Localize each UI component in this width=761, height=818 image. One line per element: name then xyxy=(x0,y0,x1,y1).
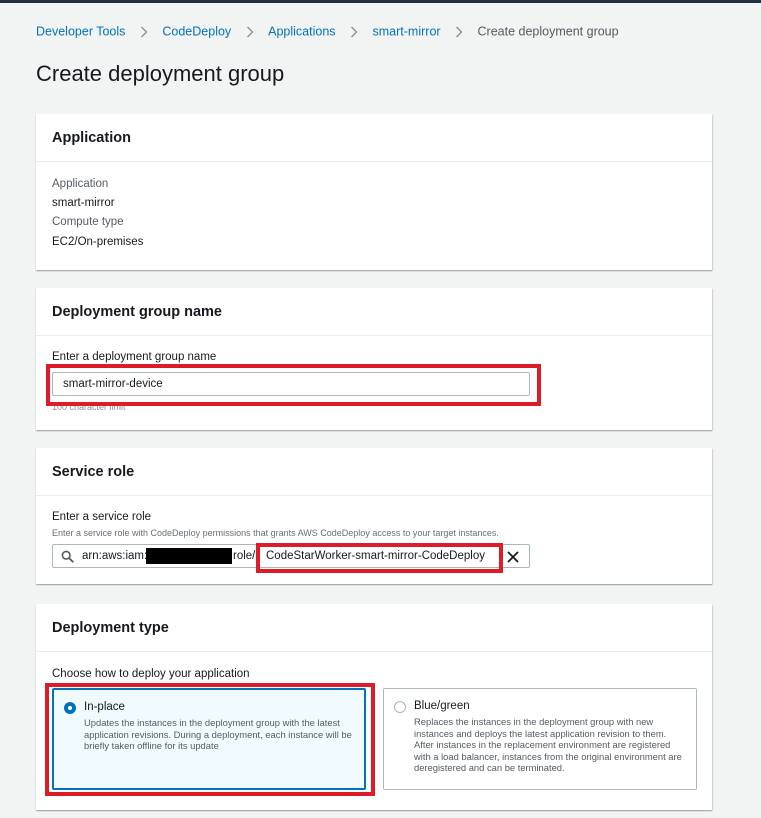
application-value: smart-mirror xyxy=(52,197,115,209)
deployment-group-name-input[interactable] xyxy=(52,372,530,396)
in-place-radio[interactable] xyxy=(64,702,76,714)
blue-green-radio[interactable] xyxy=(394,701,406,713)
deployment-type-option-blue-green[interactable]: Blue/green Replaces the instances in the… xyxy=(383,688,697,790)
service-role-card-title: Service role xyxy=(52,464,135,480)
service-role-search-input[interactable]: arn:aws:iam: role/ CodeStarWorker-smart-… xyxy=(52,544,530,568)
breadcrumb: Developer Tools CodeDeploy Applications … xyxy=(36,24,619,40)
deployment-type-prompt: Choose how to deploy your application xyxy=(52,668,250,680)
service-role-card-header: Service role xyxy=(36,448,712,496)
deployment-group-name-card: Deployment group name Enter a deployment… xyxy=(36,288,712,430)
application-label: Application xyxy=(52,178,109,190)
service-role-arn-role-segment: role/ xyxy=(233,550,256,562)
chevron-right-icon xyxy=(339,25,369,39)
deployment-group-name-card-header: Deployment group name xyxy=(36,288,712,336)
character-limit-hint: 100 character limit xyxy=(52,402,126,412)
breadcrumb-developer-tools[interactable]: Developer Tools xyxy=(36,25,125,39)
in-place-title: In-place xyxy=(84,701,125,713)
deployment-type-option-in-place[interactable]: In-place Updates the instances in the de… xyxy=(52,688,366,790)
deployment-type-card: Deployment type Choose how to deploy you… xyxy=(36,604,712,810)
chevron-right-icon xyxy=(235,25,265,39)
blue-green-description: Replaces the instances in the deployment… xyxy=(414,716,682,773)
deployment-group-name-card-title: Deployment group name xyxy=(52,304,222,320)
compute-type-value: EC2/On-premises xyxy=(52,236,144,248)
service-role-arn-prefix: arn:aws:iam: xyxy=(82,550,148,562)
deployment-type-card-title: Deployment type xyxy=(52,620,169,636)
breadcrumb-current-page: Create deployment group xyxy=(477,24,619,39)
breadcrumb-codedeploy[interactable]: CodeDeploy xyxy=(162,25,231,39)
redacted-account-id xyxy=(146,548,232,564)
application-card-header: Application xyxy=(36,114,712,162)
compute-type-label: Compute type xyxy=(52,216,124,228)
blue-green-title: Blue/green xyxy=(414,700,470,712)
page-title: Create deployment group xyxy=(36,61,285,86)
breadcrumb-applications[interactable]: Applications xyxy=(268,25,335,39)
close-icon[interactable] xyxy=(507,550,519,568)
chevron-right-icon xyxy=(129,25,159,39)
application-card-title: Application xyxy=(52,130,131,146)
in-place-description: Updates the instances in the deployment … xyxy=(84,717,352,751)
service-role-description: Enter a service role with CodeDeploy per… xyxy=(52,528,499,538)
breadcrumb-smart-mirror[interactable]: smart-mirror xyxy=(373,25,441,39)
service-role-card: Service role Enter a service role Enter … xyxy=(36,448,712,584)
deployment-group-name-label: Enter a deployment group name xyxy=(52,351,217,363)
chevron-right-icon xyxy=(444,25,474,39)
search-icon xyxy=(61,550,74,568)
deployment-type-card-header: Deployment type xyxy=(36,604,712,652)
top-navigation-bar xyxy=(0,0,761,3)
service-role-name: CodeStarWorker-smart-mirror-CodeDeploy xyxy=(266,550,485,562)
application-card: Application Application smart-mirror Com… xyxy=(36,114,712,270)
service-role-label: Enter a service role xyxy=(52,511,152,523)
